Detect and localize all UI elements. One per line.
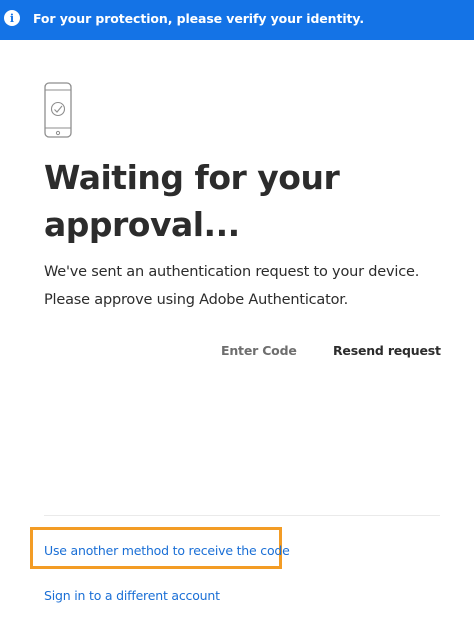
authentication-message: We've sent an authentication request to … [44, 264, 420, 308]
page-title: Waiting for your approval... [44, 158, 340, 244]
info-icon: i [4, 10, 20, 26]
enter-code-button[interactable]: Enter Code [221, 343, 297, 358]
use-another-method-link[interactable]: Use another method to receive the code [44, 543, 290, 558]
protection-banner: i For your protection, please verify you… [0, 0, 474, 40]
different-account-link[interactable]: Sign in to a different account [44, 588, 220, 603]
banner-text: For your protection, please verify your … [33, 11, 364, 26]
resend-request-button[interactable]: Resend request [333, 343, 441, 358]
footer-divider [44, 515, 440, 516]
verification-page: i For your protection, please verify you… [0, 0, 474, 639]
phone-check-icon [44, 82, 72, 138]
